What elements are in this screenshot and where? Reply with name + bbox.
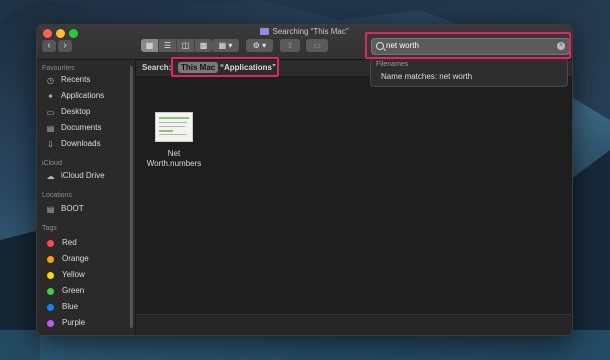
- sidebar-scrollbar[interactable]: [130, 66, 133, 328]
- tag-color-dot: [47, 239, 54, 247]
- sidebar-item-label: Recents: [61, 75, 91, 84]
- clock-icon: ◷: [47, 75, 54, 85]
- sidebar-header-icloud: iCloud: [42, 160, 62, 167]
- suggestions-header: Filenames: [376, 61, 409, 68]
- numbers-file-thumbnail: [155, 112, 193, 142]
- forward-button[interactable]: ›: [58, 40, 72, 52]
- download-icon: ⇩: [47, 139, 54, 149]
- results-pane: Search: This Mac “Applications” Net Wort…: [136, 60, 572, 335]
- tag-color-dot: [47, 271, 54, 279]
- view-mode-control: ▦ ☰ ◫ ▩: [141, 39, 212, 52]
- document-icon: ▤: [46, 123, 55, 133]
- sidebar-item-icloud-drive[interactable]: ☁ iCloud Drive: [46, 170, 105, 182]
- list-view-icon[interactable]: ☰: [159, 39, 177, 52]
- sidebar-item-label: Downloads: [61, 139, 101, 148]
- tag-icon[interactable]: ▭: [306, 39, 328, 52]
- sidebar-item-label: Blue: [62, 302, 79, 311]
- desktop-icon: ▭: [46, 107, 55, 117]
- disk-icon: ▤: [46, 204, 55, 214]
- sidebar-item-label: Yellow: [62, 270, 85, 279]
- sidebar-tag-yellow[interactable]: Yellow: [46, 269, 85, 281]
- window-title-text: Searching “This Mac”: [272, 27, 349, 36]
- sidebar: Favourites ◷ Recents ✦ Applications ▭ Deskt…: [37, 60, 136, 335]
- grid-view-icon[interactable]: ▦: [141, 39, 159, 52]
- sidebar-item-desktop[interactable]: ▭ Desktop: [46, 106, 91, 118]
- sidebar-item-label: Orange: [62, 254, 89, 263]
- sidebar-item-label: Green: [62, 286, 85, 295]
- applications-icon: ✦: [47, 91, 54, 101]
- gallery-view-icon[interactable]: ▩: [195, 39, 212, 52]
- cloud-icon: ☁: [46, 171, 55, 181]
- tag-color-dot: [47, 303, 54, 311]
- sidebar-item-applications[interactable]: ✦ Applications: [46, 90, 104, 102]
- sidebar-item-documents[interactable]: ▤ Documents: [46, 122, 102, 134]
- action-menu-button[interactable]: ⚙ ▾: [246, 39, 273, 52]
- sidebar-item-label: iCloud Drive: [61, 171, 105, 180]
- sidebar-item-label: Desktop: [61, 107, 91, 116]
- search-suggestions: Filenames Name matches: net worth: [370, 58, 568, 87]
- sidebar-tag-blue[interactable]: Blue: [46, 301, 78, 313]
- search-scope-label: Search:: [142, 63, 172, 72]
- sidebar-item-label: Purple: [62, 318, 86, 327]
- sidebar-tag-green[interactable]: Green: [46, 285, 84, 297]
- tag-color-dot: [47, 255, 54, 263]
- sidebar-header-favourites: Favourites: [42, 65, 75, 72]
- search-highlight-box: [365, 32, 571, 59]
- sidebar-tag-red[interactable]: Red: [46, 237, 77, 249]
- suggestion-item[interactable]: Name matches: net worth: [381, 72, 472, 81]
- sidebar-item-label: BOOT: [61, 204, 84, 213]
- sidebar-item-downloads[interactable]: ⇩ Downloads: [46, 138, 101, 150]
- sidebar-tag-purple[interactable]: Purple: [46, 317, 85, 329]
- file-name: Net Worth.numbers: [146, 149, 202, 168]
- column-view-icon[interactable]: ◫: [177, 39, 195, 52]
- sidebar-item-label: Applications: [61, 91, 105, 100]
- group-by-button[interactable]: ▦ ▾: [212, 39, 239, 52]
- file-item[interactable]: Net Worth.numbers: [144, 112, 204, 169]
- sidebar-item-label: Red: [62, 238, 77, 247]
- status-bar: [136, 314, 572, 335]
- tag-color-dot: [47, 287, 54, 295]
- scope-highlight-box: [171, 57, 279, 77]
- sidebar-item-boot[interactable]: ▤ BOOT: [46, 203, 84, 215]
- share-icon[interactable]: ⇧: [280, 39, 300, 52]
- smart-folder-icon: [260, 28, 270, 35]
- sidebar-tag-orange[interactable]: Orange: [46, 253, 89, 265]
- sidebar-item-label: Documents: [61, 123, 102, 132]
- sidebar-item-recents[interactable]: ◷ Recents: [46, 74, 90, 86]
- tag-color-dot: [47, 319, 54, 327]
- back-button[interactable]: ‹: [42, 40, 56, 52]
- sidebar-header-locations: Locations: [42, 192, 72, 199]
- sidebar-header-tags: Tags: [42, 225, 57, 232]
